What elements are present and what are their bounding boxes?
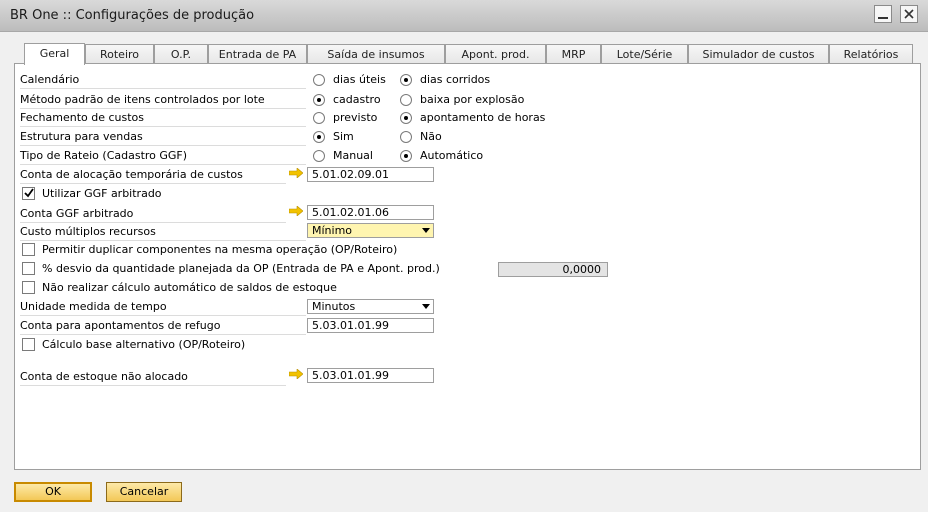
- radio-automatico[interactable]: [400, 150, 412, 162]
- nao-realizar-checkbox[interactable]: [22, 281, 35, 294]
- unidade-tempo-value: Minutos: [312, 300, 356, 313]
- tab-apont-prod[interactable]: Apont. prod.: [445, 44, 546, 64]
- utilizar-ggf-checkbox[interactable]: [22, 187, 35, 200]
- utilizar-ggf-label: Utilizar GGF arbitrado: [42, 187, 162, 200]
- estrutura-label: Estrutura para vendas: [20, 130, 143, 143]
- radio-label: Manual: [333, 149, 373, 162]
- title-bar: BR One :: Configurações de produção: [0, 0, 928, 32]
- minimize-icon: [878, 17, 888, 19]
- radio-label: Não: [420, 130, 442, 143]
- window-title: BR One :: Configurações de produção: [10, 8, 255, 23]
- divider: [20, 108, 306, 109]
- permitir-duplicar-label: Permitir duplicar componentes na mesma o…: [42, 243, 398, 256]
- permitir-duplicar-checkbox[interactable]: [22, 243, 35, 256]
- divider: [20, 385, 286, 386]
- cancel-button[interactable]: Cancelar: [106, 482, 182, 502]
- metodo-label: Método padrão de itens controlados por l…: [20, 93, 265, 106]
- link-arrow-icon[interactable]: [289, 369, 303, 379]
- divider: [20, 183, 286, 184]
- tab-saida-insumos[interactable]: Saída de insumos: [307, 44, 445, 64]
- radio-label: Sim: [333, 130, 354, 143]
- tab-op[interactable]: O.P.: [154, 44, 208, 64]
- chevron-down-icon: [422, 228, 430, 233]
- radio-nao[interactable]: [400, 131, 412, 143]
- unidade-tempo-label: Unidade medida de tempo: [20, 300, 167, 313]
- divider: [20, 145, 306, 146]
- tab-roteiro[interactable]: Roteiro: [85, 44, 154, 64]
- rateio-label: Tipo de Rateio (Cadastro GGF): [20, 149, 188, 162]
- minimize-button[interactable]: [874, 5, 892, 23]
- radio-previsto[interactable]: [313, 112, 325, 124]
- unidade-tempo-select[interactable]: Minutos: [307, 299, 434, 314]
- link-arrow-icon[interactable]: [289, 206, 303, 216]
- radio-label: dias corridos: [420, 73, 491, 86]
- custo-multiplos-select[interactable]: Mínimo: [307, 223, 434, 238]
- divider: [20, 315, 306, 316]
- radio-cadastro[interactable]: [313, 94, 325, 106]
- conta-refugo-input[interactable]: 5.03.01.01.99: [307, 318, 434, 333]
- conta-alocacao-label: Conta de alocação temporária de custos: [20, 168, 243, 181]
- radio-dias-uteis[interactable]: [313, 74, 325, 86]
- radio-dias-corridos[interactable]: [400, 74, 412, 86]
- chevron-down-icon: [422, 304, 430, 309]
- tab-relatorios[interactable]: Relatórios: [829, 44, 913, 64]
- tab-simulador-custos[interactable]: Simulador de custos: [688, 44, 829, 64]
- radio-label: previsto: [333, 111, 378, 124]
- desvio-input[interactable]: 0,0000: [498, 262, 608, 277]
- divider: [20, 222, 286, 223]
- checkmark-icon: [24, 188, 34, 198]
- conta-refugo-label: Conta para apontamentos de refugo: [20, 319, 221, 332]
- conta-ggf-label: Conta GGF arbitrado: [20, 207, 134, 220]
- divider: [20, 334, 306, 335]
- radio-baixa-explosao[interactable]: [400, 94, 412, 106]
- conta-ggf-input[interactable]: 5.01.02.01.06: [307, 205, 434, 220]
- radio-sim[interactable]: [313, 131, 325, 143]
- calculo-base-checkbox[interactable]: [22, 338, 35, 351]
- conta-estoque-label: Conta de estoque não alocado: [20, 370, 188, 383]
- divider: [20, 240, 306, 241]
- radio-label: cadastro: [333, 93, 381, 106]
- calculo-base-label: Cálculo base alternativo (OP/Roteiro): [42, 338, 246, 351]
- conta-estoque-input[interactable]: 5.03.01.01.99: [307, 368, 434, 383]
- divider: [20, 164, 306, 165]
- calendario-label: Calendário: [20, 73, 80, 86]
- radio-label: dias úteis: [333, 73, 386, 86]
- radio-label: Automático: [420, 149, 484, 162]
- radio-label: apontamento de horas: [420, 111, 546, 124]
- divider: [20, 88, 306, 89]
- divider: [20, 126, 306, 127]
- conta-alocacao-input[interactable]: 5.01.02.09.01: [307, 167, 434, 182]
- radio-manual[interactable]: [313, 150, 325, 162]
- nao-realizar-label: Não realizar cálculo automático de saldo…: [42, 281, 337, 294]
- tab-mrp[interactable]: MRP: [546, 44, 601, 64]
- desvio-checkbox[interactable]: [22, 262, 35, 275]
- ok-button[interactable]: OK: [14, 482, 92, 502]
- custo-multiplos-label: Custo múltiplos recursos: [20, 225, 156, 238]
- tab-lote-serie[interactable]: Lote/Série: [601, 44, 688, 64]
- tab-geral[interactable]: Geral: [24, 43, 85, 65]
- custo-multiplos-value: Mínimo: [312, 224, 353, 237]
- close-icon: [904, 9, 914, 19]
- tab-entrada-pa[interactable]: Entrada de PA: [208, 44, 307, 64]
- close-button[interactable]: [900, 5, 918, 23]
- radio-label: baixa por explosão: [420, 93, 525, 106]
- link-arrow-icon[interactable]: [289, 168, 303, 178]
- fechamento-label: Fechamento de custos: [20, 111, 145, 124]
- radio-apontamento-horas[interactable]: [400, 112, 412, 124]
- desvio-label: % desvio da quantidade planejada da OP (…: [42, 262, 440, 275]
